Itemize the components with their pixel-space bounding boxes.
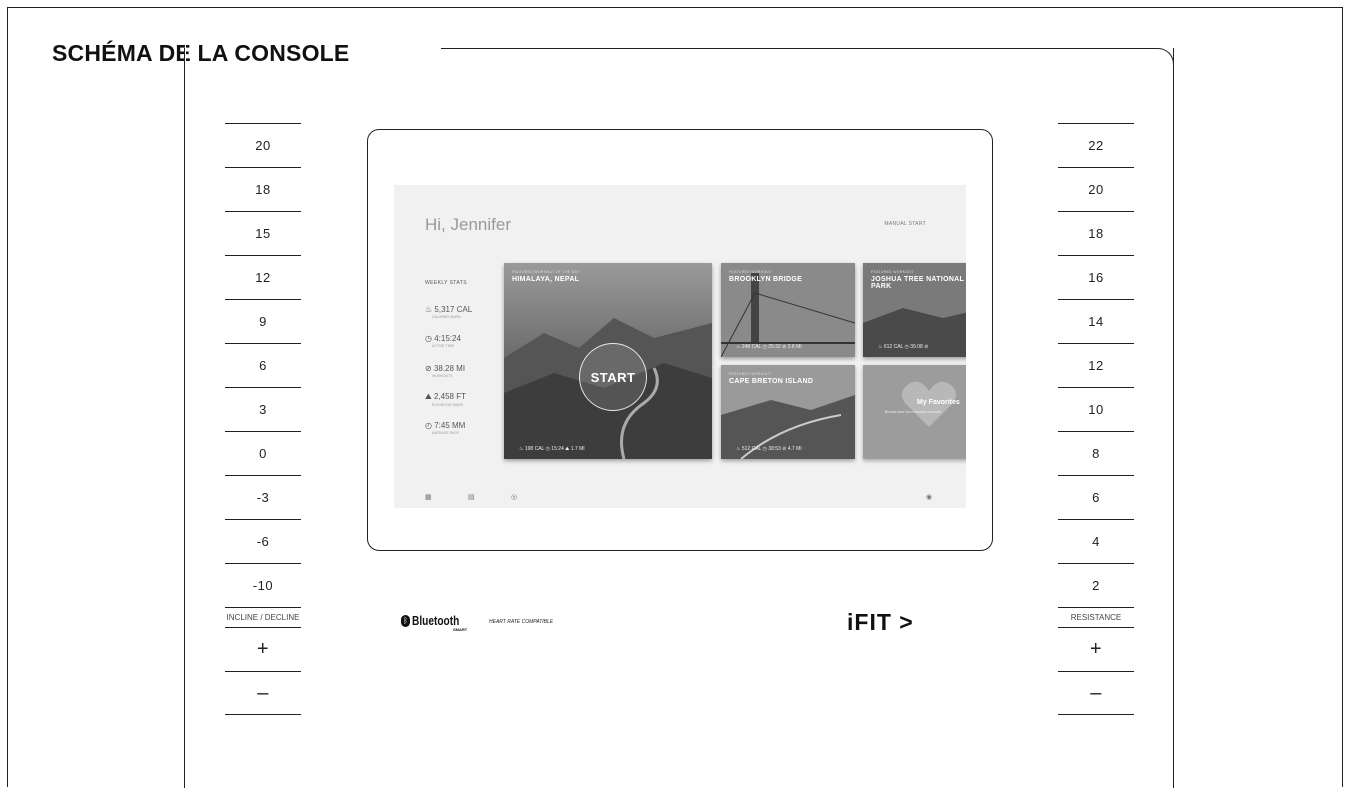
resistance-key[interactable]: 22	[1058, 123, 1134, 167]
resistance-key[interactable]: 2	[1058, 563, 1134, 607]
card-kicker: FEATURED WORKOUT	[729, 372, 772, 376]
profile-icon[interactable]: ◉	[926, 493, 932, 501]
stat-calories: ♨ 5,317 CAL CALORIES BURN	[425, 305, 472, 319]
card-meta: ♨ 612 CAL ◷ 35:08 ⊘	[878, 344, 929, 350]
resistance-key[interactable]: 18	[1058, 211, 1134, 255]
resistance-key[interactable]: 8	[1058, 431, 1134, 475]
greeting: Hi, Jennifer	[425, 215, 511, 234]
resistance-key[interactable]: 4	[1058, 519, 1134, 563]
resistance-panel: 22 20 18 16 14 12 10 8 6 4 2 RESISTANCE …	[1058, 123, 1134, 715]
stat-sub: ACTIVE TIME	[432, 344, 454, 348]
incline-key[interactable]: 12	[225, 255, 301, 299]
incline-key[interactable]: 20	[225, 123, 301, 167]
card-title: CAPE BRETON ISLAND	[729, 378, 814, 385]
calendar-icon[interactable]: ▤	[468, 493, 475, 501]
incline-key[interactable]: -6	[225, 519, 301, 563]
stat-value: 2,458 FT	[433, 392, 466, 401]
incline-key[interactable]: 3	[225, 387, 301, 431]
incline-key[interactable]: 0	[225, 431, 301, 475]
stat-sub: CALORIES BURN	[432, 315, 461, 319]
grid-icon[interactable]: ▦	[425, 493, 432, 501]
card-title: JOSHUA TREE NATIONAL PARK	[871, 276, 964, 290]
bluetooth-icon: ᛒ	[401, 614, 410, 627]
stat-distance: ⊘ 38.28 MI WORKOUTS	[425, 364, 465, 378]
workout-card-cape-breton[interactable]: FEATURED WORKOUT CAPE BRETON ISLAND ♨ 51…	[721, 365, 855, 459]
distance-icon: ⊘	[425, 364, 432, 373]
bluetooth-word: Bluetooth	[412, 613, 460, 628]
stat-value: 5,317 CAL	[434, 305, 473, 314]
workout-card-joshua-tree[interactable]: FEATURED WORKOUT JOSHUA TREE NATIONAL PA…	[863, 263, 966, 357]
start-button[interactable]: START	[579, 343, 647, 411]
stat-value: 4:15:24	[434, 334, 461, 343]
resistance-plus-button[interactable]: +	[1058, 627, 1134, 671]
bluetooth-compat-text: HEART RATE COMPATIBLE	[489, 619, 554, 625]
weekly-stats-title: WEEKLY STATS	[425, 280, 467, 286]
featured-workout-card[interactable]: FEATURED WORKOUT OF THE DAY HIMALAYA, NE…	[504, 263, 712, 459]
incline-label: INCLINE / DECLINE	[225, 607, 301, 627]
incline-key[interactable]: -10	[225, 563, 301, 607]
card-meta: ♨ 512 CAL ◷ 38:53 ⊘ 4.7 MI	[736, 446, 802, 452]
incline-plus-button[interactable]: +	[225, 627, 301, 671]
card-kicker: FEATURED WORKOUT	[729, 270, 772, 274]
incline-key[interactable]: 18	[225, 167, 301, 211]
favorites-title: My Favorites	[917, 399, 960, 406]
bluetooth-smart: SMART	[453, 627, 468, 632]
card-kicker: FEATURED WORKOUT OF THE DAY	[512, 270, 580, 274]
incline-key[interactable]: -3	[225, 475, 301, 519]
resistance-key[interactable]: 6	[1058, 475, 1134, 519]
resistance-key[interactable]: 16	[1058, 255, 1134, 299]
workout-card-brooklyn[interactable]: FEATURED WORKOUT BROOKLYN BRIDGE ♨ 248 C…	[721, 263, 855, 357]
resistance-key[interactable]: 14	[1058, 299, 1134, 343]
bluetooth-logo: ᛒ Bluetooth SMART HEART RATE COMPATIBLE	[401, 613, 553, 632]
manual-start-button[interactable]: MANUAL START	[884, 221, 926, 227]
elevation-icon: ⛰	[425, 392, 432, 401]
stat-pace: ◴ 7:45 MM AVERAGE PACE	[425, 421, 465, 435]
resistance-minus-button[interactable]: –	[1058, 671, 1134, 715]
ifit-logo: iFIT >	[847, 609, 914, 635]
incline-key[interactable]: 9	[225, 299, 301, 343]
resistance-key[interactable]: 10	[1058, 387, 1134, 431]
console-mask	[185, 40, 186, 100]
settings-icon[interactable]: ◎	[511, 493, 517, 501]
console-corner	[1142, 48, 1174, 80]
favorites-card[interactable]: My Favorites Browse your list of favorit…	[863, 365, 966, 459]
card-kicker: FEATURED WORKOUT	[871, 270, 914, 274]
incline-panel: 20 18 15 12 9 6 3 0 -3 -6 -10 INCLINE / …	[225, 123, 301, 715]
card-title: HIMALAYA, NEPAL	[512, 276, 580, 283]
resistance-label: RESISTANCE	[1058, 607, 1134, 627]
stat-sub: AVERAGE PACE	[432, 431, 459, 435]
stat-sub: ELEVATION GAINS	[432, 403, 463, 407]
resistance-key[interactable]: 20	[1058, 167, 1134, 211]
stat-time: ◷ 4:15:24 ACTIVE TIME	[425, 334, 461, 348]
stat-value: 38.28 MI	[433, 364, 466, 373]
card-meta: ♨ 198 CAL ◷ 15:24 ⛰ 1.7 MI	[519, 446, 585, 452]
card-meta: ♨ 248 CAL ◷ 25:32 ⊘ 2.8 MI	[736, 344, 802, 350]
stat-value: 7:45 MM	[434, 421, 466, 430]
flame-icon: ♨	[425, 305, 433, 314]
clock-icon: ◷	[425, 334, 432, 343]
incline-key[interactable]: 15	[225, 211, 301, 255]
pace-icon: ◴	[425, 421, 432, 430]
incline-key[interactable]: 6	[225, 343, 301, 387]
touchscreen: Hi, Jennifer MANUAL START WEEKLY STATS ♨…	[394, 185, 966, 508]
resistance-key[interactable]: 12	[1058, 343, 1134, 387]
incline-minus-button[interactable]: –	[225, 671, 301, 715]
card-title: BROOKLYN BRIDGE	[729, 276, 803, 283]
favorites-subtitle: Browse your list of favorite workouts	[885, 410, 942, 414]
stat-sub: WORKOUTS	[432, 374, 453, 378]
stat-elevation: ⛰ 2,458 FT ELEVATION GAINS	[425, 392, 466, 407]
